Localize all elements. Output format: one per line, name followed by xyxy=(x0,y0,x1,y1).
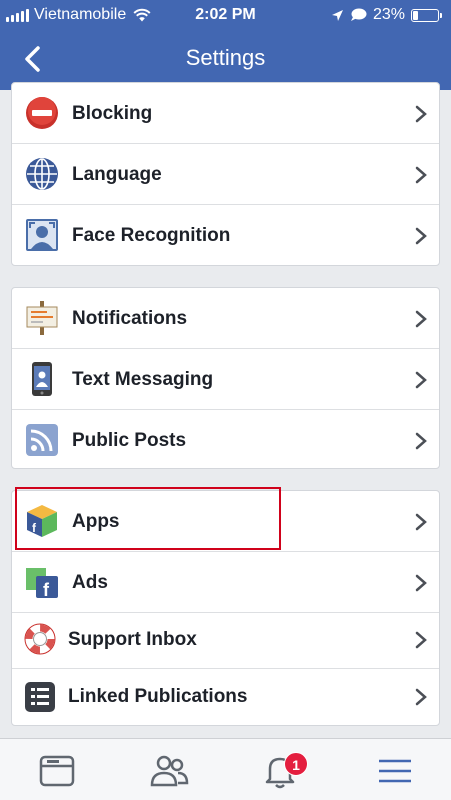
ads-icon: f xyxy=(26,568,58,600)
notifications-icon xyxy=(26,301,58,335)
chevron-right-icon xyxy=(415,227,427,245)
chevron-right-icon xyxy=(415,631,427,649)
phone-icon xyxy=(32,362,52,396)
chevron-right-icon xyxy=(415,310,427,328)
status-bar: Vietnamobile 2:02 PM 23% xyxy=(0,0,451,30)
rss-icon xyxy=(26,424,58,456)
settings-row-support-inbox[interactable]: Support Inbox xyxy=(12,611,439,669)
chevron-right-icon xyxy=(415,371,427,389)
settings-row-label: Blocking xyxy=(72,103,153,124)
notification-badge: 1 xyxy=(284,752,308,776)
settings-row-public-posts[interactable]: Public Posts xyxy=(12,410,439,471)
chevron-right-icon xyxy=(415,432,427,450)
message-bubble-icon xyxy=(350,8,367,21)
location-arrow-icon xyxy=(331,9,343,21)
settings-row-language[interactable]: Language xyxy=(12,144,439,205)
settings-row-notifications[interactable]: Notifications xyxy=(12,288,439,349)
publications-icon xyxy=(25,682,55,712)
battery-icon xyxy=(411,8,442,22)
settings-row-label: Ads xyxy=(72,572,108,593)
chevron-right-icon xyxy=(415,574,427,592)
blocking-icon xyxy=(26,97,58,129)
svg-text:f: f xyxy=(43,580,50,600)
settings-group-privacy: Blocking Language Face Recognition xyxy=(11,82,440,266)
globe-icon xyxy=(26,158,58,190)
friends-icon[interactable] xyxy=(149,751,189,791)
settings-row-text-messaging[interactable]: Text Messaging xyxy=(12,349,439,410)
settings-row-label: Face Recognition xyxy=(72,225,231,246)
settings-row-blocking[interactable]: Blocking xyxy=(12,83,439,144)
highlight-box xyxy=(15,487,281,550)
settings-row-ads[interactable]: f Ads xyxy=(12,552,439,613)
face-recognition-icon xyxy=(26,219,58,251)
chevron-right-icon xyxy=(415,688,427,706)
chevron-right-icon xyxy=(415,513,427,531)
settings-row-label: Notifications xyxy=(72,308,188,329)
settings-row-label: Support Inbox xyxy=(68,629,197,650)
battery-percent: 23% xyxy=(372,6,405,23)
settings-row-label: Language xyxy=(72,164,162,185)
lifebuoy-icon xyxy=(24,623,56,655)
news-feed-icon[interactable] xyxy=(37,751,77,791)
chevron-right-icon xyxy=(415,105,427,123)
settings-row-label: Linked Publications xyxy=(68,686,248,707)
settings-row-linked-publications[interactable]: Linked Publications xyxy=(12,669,439,725)
settings-row-label: Public Posts xyxy=(72,430,187,451)
settings-row-face-recognition[interactable]: Face Recognition xyxy=(12,205,439,266)
menu-icon[interactable] xyxy=(375,751,415,791)
bottom-tab-bar xyxy=(0,738,451,800)
settings-row-label: Text Messaging xyxy=(72,369,214,390)
app-header: Vietnamobile 2:02 PM 23% Settings xyxy=(0,0,451,90)
page-title: Settings xyxy=(185,45,266,70)
chevron-right-icon xyxy=(415,166,427,184)
settings-group-notifications: Notifications Text Messaging Public Post… xyxy=(11,287,440,469)
